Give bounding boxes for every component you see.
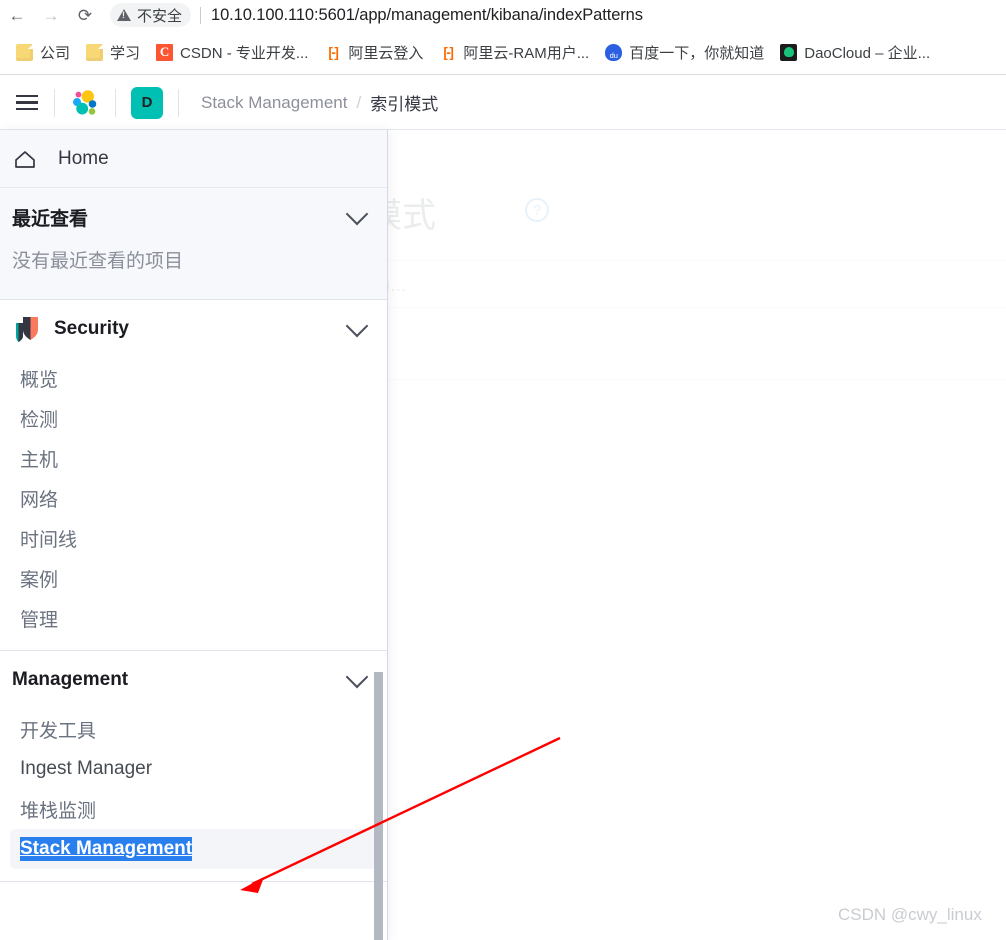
section-recently-viewed: 最近查看 没有最近查看的项目 (0, 188, 387, 300)
sidebar-item-stack-management[interactable]: Stack Management (10, 829, 377, 869)
bookmark-gongsi[interactable]: 公司 (8, 38, 78, 67)
sidebar-item-label: 主机 (20, 445, 58, 472)
nav-scrollbar-thumb[interactable] (374, 672, 383, 940)
address-bar[interactable]: 不安全 10.10.100.110:5601/app/management/ki… (106, 1, 1000, 29)
sidebar-item-stack-monitoring[interactable]: 堆栈监测 (10, 789, 377, 829)
sidebar-item-label: 网络 (20, 485, 58, 512)
back-arrow-icon[interactable]: ← (0, 1, 34, 29)
section-security: Security 概览 检测 主机 网络 时间线 案例 管理 (0, 300, 387, 651)
elastic-logo-icon[interactable] (55, 76, 115, 130)
sidebar-item-label: 检测 (20, 405, 58, 432)
section-management: Management 开发工具 Ingest Manager 堆栈监测 Stac… (0, 651, 387, 888)
chevron-down-icon[interactable] (346, 315, 369, 338)
help-circle-icon[interactable]: ? (525, 198, 549, 222)
bookmark-csdn[interactable]: C CSDN - 专业开发... (148, 38, 316, 67)
bookmark-label: 阿里云登入 (348, 42, 423, 63)
bookmark-label: 学习 (110, 42, 140, 63)
sidebar-item-home[interactable]: Home (0, 130, 387, 188)
security-label: 不安全 (137, 5, 182, 26)
breadcrumb-item-stack-management[interactable]: Stack Management (201, 93, 347, 113)
sidebar-item-label: 开发工具 (20, 716, 96, 743)
sidebar-item-security-administration[interactable]: 管理 (10, 598, 377, 638)
sidebar-item-security-detections[interactable]: 检测 (10, 398, 377, 438)
breadcrumb: Stack Management / 索引模式 (179, 90, 438, 115)
sidebar-item-ingest-manager[interactable]: Ingest Manager (10, 749, 377, 789)
sidebar-item-label: 堆栈监测 (20, 796, 96, 823)
space-avatar-wrapper[interactable]: D (116, 76, 178, 130)
bookmark-daocloud[interactable]: DaoCloud – 企业... (772, 38, 938, 67)
section-divider (0, 881, 387, 882)
search-input[interactable]: Search... (300, 268, 1000, 304)
watermark: CSDN @cwy_linux (838, 905, 982, 925)
sidebar-item-label: 案例 (20, 565, 58, 592)
section-header-recently-viewed[interactable]: 最近查看 (0, 188, 387, 246)
section-header-security[interactable]: Security (0, 300, 387, 358)
reload-icon[interactable]: ⟳ (68, 1, 102, 29)
daocloud-icon (780, 44, 797, 61)
url-text: 10.10.100.110:5601/app/management/kibana… (211, 6, 643, 25)
section-title: 最近查看 (12, 204, 349, 231)
sidebar-item-label: 时间线 (20, 525, 77, 552)
sidebar-item-security-hosts[interactable]: 主机 (10, 438, 377, 478)
breadcrumb-separator: / (356, 93, 361, 113)
folder-icon (86, 44, 103, 61)
kibana-header: D Stack Management / 索引模式 (0, 76, 1006, 130)
sidebar-item-security-cases[interactable]: 案例 (10, 558, 377, 598)
site-security-chip[interactable]: 不安全 (110, 3, 191, 27)
warning-triangle-icon (117, 9, 131, 21)
bookmark-baidu[interactable]: du 百度一下，你就知道 (597, 38, 772, 67)
home-icon (12, 146, 38, 172)
bookmark-label: DaoCloud – 企业... (804, 42, 930, 63)
section-header-management[interactable]: Management (0, 651, 387, 709)
breadcrumb-item-current: 索引模式 (370, 90, 438, 115)
bookmark-xuexi[interactable]: 学习 (78, 38, 148, 67)
navigation-flyout: Home 最近查看 没有最近查看的项目 Security 概览 检 (0, 130, 388, 940)
recently-viewed-empty-text: 没有最近查看的项目 (0, 246, 387, 299)
bookmark-label: 阿里云-RAM用户... (463, 42, 589, 63)
baidu-icon: du (605, 44, 622, 61)
url-divider (200, 7, 201, 24)
sidebar-item-label: Stack Management (20, 837, 192, 861)
sidebar-item-dev-tools[interactable]: 开发工具 (10, 709, 377, 749)
bookmark-aliyun-ram[interactable]: [-] 阿里云-RAM用户... (431, 38, 597, 67)
sidebar-item-label: 管理 (20, 605, 58, 632)
bookmarks-bar: 公司 学习 C CSDN - 专业开发... [-] 阿里云登入 [-] 阿里云… (0, 32, 1006, 72)
browser-chrome: ← → ⟳ 不安全 10.10.100.110:5601/app/managem… (0, 0, 1006, 76)
forward-arrow-icon[interactable]: → (34, 1, 68, 29)
sidebar-item-label: Ingest Manager (20, 758, 152, 780)
bookmark-label: CSDN - 专业开发... (180, 42, 308, 63)
sidebar-item-label: Home (58, 148, 109, 170)
csdn-icon: C (156, 44, 173, 61)
avatar[interactable]: D (131, 87, 163, 119)
bookmark-label: 公司 (40, 42, 70, 63)
hamburger-menu-icon[interactable] (0, 76, 54, 130)
bookmark-aliyun-login[interactable]: [-] 阿里云登入 (316, 38, 431, 67)
bookmark-label: 百度一下，你就知道 (629, 42, 764, 63)
browser-toolbar: ← → ⟳ 不安全 10.10.100.110:5601/app/managem… (0, 0, 1006, 30)
aliyun-icon: [-] (439, 44, 456, 61)
sidebar-item-security-timelines[interactable]: 时间线 (10, 518, 377, 558)
sidebar-item-security-network[interactable]: 网络 (10, 478, 377, 518)
aliyun-icon: [-] (324, 44, 341, 61)
section-title: Management (12, 669, 349, 691)
sidebar-item-security-overview[interactable]: 概览 (10, 358, 377, 398)
sidebar-item-label: 概览 (20, 365, 58, 392)
security-shield-icon (12, 314, 42, 344)
chevron-down-icon[interactable] (346, 203, 369, 226)
folder-icon (16, 44, 33, 61)
section-title: Security (54, 318, 349, 340)
chevron-down-icon[interactable] (346, 666, 369, 689)
